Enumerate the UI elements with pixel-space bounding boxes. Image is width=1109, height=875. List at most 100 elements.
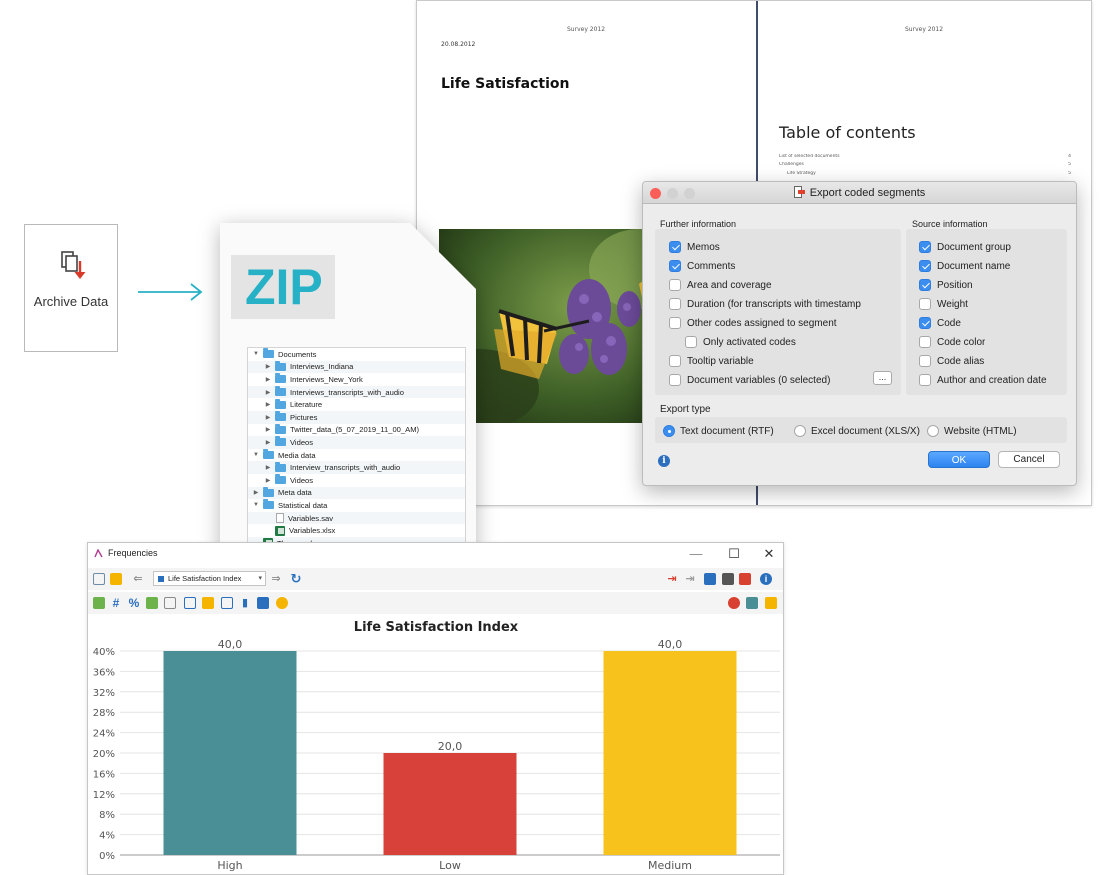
bar-vertical-icon[interactable] — [765, 597, 777, 609]
folder-icon — [275, 360, 286, 371]
bar-medium[interactable] — [603, 651, 737, 855]
bar-high[interactable] — [163, 651, 297, 855]
tag-icon[interactable] — [93, 597, 105, 609]
sort-desc-icon[interactable] — [221, 597, 233, 609]
maximize-button[interactable]: ☐ — [724, 546, 744, 562]
variable-color-icon — [158, 576, 164, 582]
document-variables-button[interactable]: ... — [873, 371, 892, 385]
tree-item[interactable]: ▶ Interviews_Indiana — [248, 360, 465, 374]
expanded-chevron-icon[interactable]: ▼ — [252, 351, 260, 357]
zip-archive-card: ZIP ▼ Documents ▶ Interviews_Indiana ▶ Interv… — [220, 223, 476, 567]
forward-arrow-icon[interactable]: ⇒ — [270, 573, 282, 585]
export-type-label: Export type — [660, 404, 711, 415]
tree-item[interactable]: ▶ Videos — [248, 436, 465, 449]
tree-item[interactable]: Variables.xlsx — [248, 524, 465, 537]
sort-icon[interactable] — [202, 597, 214, 609]
back-arrow-icon[interactable]: ⇐ — [132, 573, 144, 585]
pie-chart-icon[interactable] — [728, 597, 740, 609]
export-type-rtf-label: Text document (RTF) — [680, 425, 774, 437]
tree-item[interactable]: Variables.sav — [248, 511, 465, 525]
tree-item[interactable]: ▶ Pictures — [248, 410, 465, 424]
tree-item[interactable]: ▶ Meta data — [248, 486, 465, 500]
bar-chart-icon[interactable]: ▮ — [239, 597, 251, 609]
option-weight[interactable]: Weight — [919, 296, 1067, 312]
archive-data-button[interactable]: Archive Data — [24, 224, 118, 352]
percent-icon[interactable]: % — [128, 597, 140, 609]
tree-item[interactable]: ▶ Interview_transcripts_with_audio — [248, 461, 465, 474]
hash-icon[interactable]: # — [110, 597, 122, 609]
option-document-name[interactable]: Document name — [919, 258, 1067, 274]
grid-icon[interactable] — [184, 597, 196, 609]
table-view-icon[interactable] — [93, 573, 105, 585]
option-area-and-coverage[interactable]: Area and coverage — [669, 277, 889, 293]
option-tooltip-variable[interactable]: Tooltip variable — [669, 353, 889, 369]
minimize-button[interactable]: — — [686, 546, 706, 561]
tree-item[interactable]: ▼ Statistical data — [248, 499, 465, 512]
cancel-button[interactable]: Cancel — [998, 451, 1060, 468]
bar-low[interactable] — [383, 753, 517, 855]
legend-icon[interactable] — [257, 597, 269, 609]
variable-selector[interactable]: Life Satisfaction Index ▾ — [153, 571, 266, 586]
option-only-activated-codes[interactable]: Only activated codes — [685, 334, 905, 350]
tree-item[interactable]: ▼ Media data — [248, 449, 465, 462]
collapsed-chevron-icon[interactable]: ▶ — [264, 401, 272, 408]
collapsed-chevron-icon[interactable]: ▶ — [264, 477, 272, 484]
collapsed-chevron-icon[interactable]: ▶ — [264, 426, 272, 433]
valid-percent-icon[interactable] — [146, 597, 158, 609]
tree-item[interactable]: ▶ Interviews_transcripts_with_audio — [248, 385, 465, 399]
tree-item[interactable]: ▶ Literature — [248, 398, 465, 411]
option-author-and-creation-date[interactable]: Author and creation date — [919, 372, 1067, 388]
bar-horizontal-icon[interactable] — [746, 597, 758, 609]
print-icon[interactable] — [722, 573, 734, 585]
info-icon[interactable]: i — [658, 455, 670, 467]
expanded-chevron-icon[interactable]: ▼ — [252, 502, 260, 508]
option-label: Memos — [687, 241, 720, 253]
export-type-xlsx[interactable]: Excel document (XLS/X) — [794, 423, 920, 439]
option-duration-for-transcripts-with-timestamp[interactable]: Duration (for transcripts with timestamp — [669, 296, 889, 312]
chart-view-icon[interactable] — [110, 573, 122, 585]
collapsed-chevron-icon[interactable]: ▶ — [264, 389, 272, 396]
import-icon[interactable]: ⇥ — [666, 573, 678, 585]
list-icon[interactable] — [164, 597, 176, 609]
collapsed-chevron-icon[interactable]: ▶ — [264, 464, 272, 471]
option-document-variables-0-selected[interactable]: Document variables (0 selected) — [669, 372, 889, 388]
tree-item[interactable]: ▶ Interviews_New_York — [248, 373, 465, 386]
export-type-rtf[interactable]: Text document (RTF) — [663, 423, 774, 439]
y-tick-label: 20% — [93, 749, 115, 760]
info-icon[interactable]: i — [760, 573, 772, 585]
copy-icon[interactable] — [704, 573, 716, 585]
dialog-titlebar: Export coded segments — [643, 182, 1076, 204]
option-other-codes-assigned-to-segment[interactable]: Other codes assigned to segment — [669, 315, 889, 331]
bar-chart-svg: 0% 4% 8% 12% 16% 20% 24% 28% 32% 36% 40% 40,0 20,0 4… — [93, 620, 780, 872]
tree-item-label: Variables.xlsx — [289, 526, 336, 536]
export-gray-icon[interactable]: ⇥ — [684, 573, 696, 585]
dialog-title-text: Export coded segments — [809, 187, 926, 199]
collapsed-chevron-icon[interactable]: ▶ — [264, 439, 272, 446]
ok-button[interactable]: OK — [928, 451, 990, 468]
collapsed-chevron-icon[interactable]: ▶ — [264, 363, 272, 370]
option-comments[interactable]: Comments — [669, 258, 889, 274]
tree-item[interactable]: ▼ Documents — [248, 348, 465, 361]
collapsed-chevron-icon[interactable]: ▶ — [252, 489, 260, 496]
archive-download-icon — [61, 251, 86, 279]
tree-item[interactable]: ▶ Twitter_data_(5_07_2019_11_00_AM) — [248, 423, 465, 437]
archive-data-label: Archive Data — [33, 294, 109, 309]
option-code-alias[interactable]: Code alias — [919, 353, 1067, 369]
option-code[interactable]: Code — [919, 315, 1067, 331]
close-button[interactable]: ✕ — [759, 546, 779, 562]
option-document-group[interactable]: Document group — [919, 239, 1067, 255]
expanded-chevron-icon[interactable]: ▼ — [252, 452, 260, 458]
option-code-color[interactable]: Code color — [919, 334, 1067, 350]
collapsed-chevron-icon[interactable]: ▶ — [264, 414, 272, 421]
y-tick-label: 40% — [93, 647, 115, 658]
palette-icon[interactable] — [276, 597, 288, 609]
export-icon[interactable] — [739, 573, 751, 585]
option-label: Code — [937, 317, 961, 329]
toc-entry: Life Strategy 5 — [787, 171, 1071, 176]
collapsed-chevron-icon[interactable]: ▶ — [264, 376, 272, 383]
option-memos[interactable]: Memos — [669, 239, 889, 255]
tree-item[interactable]: ▶ Videos — [248, 474, 465, 487]
export-type-html[interactable]: Website (HTML) — [927, 423, 1017, 439]
option-position[interactable]: Position — [919, 277, 1067, 293]
refresh-icon[interactable]: ↻ — [290, 572, 302, 585]
